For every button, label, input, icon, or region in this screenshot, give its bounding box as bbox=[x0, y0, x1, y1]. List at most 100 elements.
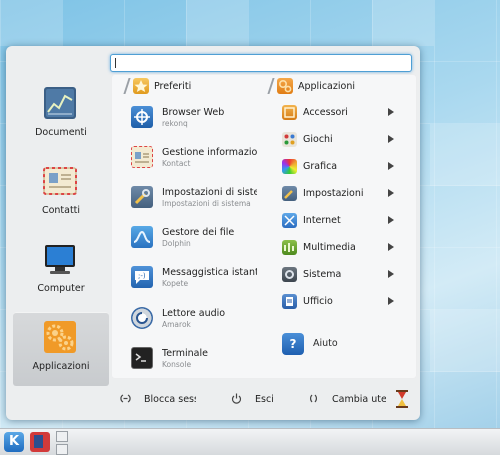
browser-icon bbox=[131, 106, 153, 128]
category-label: Internet bbox=[303, 215, 341, 226]
submenu-arrow-icon bbox=[388, 189, 394, 197]
category-label: Multimedia bbox=[303, 242, 356, 253]
pager-desktop[interactable] bbox=[56, 431, 68, 442]
category-multimedia[interactable]: Multimedia bbox=[282, 240, 400, 258]
search-input[interactable] bbox=[110, 54, 412, 72]
multimedia-icon bbox=[282, 240, 297, 255]
sidebar-item-label: Computer bbox=[37, 283, 85, 294]
system-settings-icon bbox=[131, 186, 153, 208]
category-giochi[interactable]: Giochi bbox=[282, 132, 400, 150]
lock-session-label: Blocca sessione bbox=[144, 394, 196, 405]
favorite-title: Browser Web bbox=[162, 107, 225, 118]
taskbar: K bbox=[0, 428, 500, 455]
favorite-item-system-settings[interactable]: Impostazioni di sistema Impostazioni di … bbox=[131, 186, 261, 218]
kde-menu-button[interactable]: K bbox=[4, 432, 24, 452]
favorite-title: Messaggistica istantanea bbox=[162, 267, 257, 278]
favorite-item-messaging[interactable]: ;-) Messaggistica istantanea Kopete bbox=[131, 266, 261, 298]
documents-chart-icon bbox=[44, 87, 76, 119]
favorite-item-browser[interactable]: Browser Web rekonq bbox=[131, 106, 261, 138]
favorite-subtitle: Amarok bbox=[162, 320, 191, 329]
logout-button[interactable]: Esci bbox=[231, 392, 281, 408]
sidebar-item-applicazioni[interactable]: Applicazioni bbox=[13, 312, 109, 386]
applications-header-label: Applicazioni bbox=[298, 81, 355, 92]
applications-gear-icon bbox=[277, 78, 293, 94]
help-label: Aiuto bbox=[313, 338, 338, 349]
favorite-subtitle: Dolphin bbox=[162, 239, 191, 248]
sidebar-item-contatti[interactable]: Contatti bbox=[13, 156, 109, 230]
category-accessori[interactable]: Accessori bbox=[282, 105, 400, 123]
power-icon bbox=[231, 393, 242, 404]
system-icon bbox=[282, 267, 297, 282]
submenu-arrow-icon bbox=[388, 243, 394, 251]
category-internet[interactable]: Internet bbox=[282, 213, 400, 231]
audio-player-icon bbox=[131, 307, 153, 329]
taskbar-app-icon[interactable] bbox=[30, 432, 50, 452]
favorite-title: Lettore audio bbox=[162, 308, 226, 319]
accessories-icon bbox=[282, 105, 297, 120]
submenu-arrow-icon bbox=[388, 108, 394, 116]
favorites-header: Preferiti bbox=[123, 78, 246, 96]
wallpaper-tile bbox=[186, 0, 248, 46]
favorite-item-file-manager[interactable]: Gestore dei file Dolphin bbox=[131, 226, 261, 258]
desktop-pager[interactable] bbox=[56, 431, 68, 455]
favorite-subtitle: rekonq bbox=[162, 119, 188, 128]
logout-label: Esci bbox=[255, 394, 274, 405]
lock-icon bbox=[120, 393, 131, 404]
submenu-arrow-icon bbox=[388, 162, 394, 170]
pager-desktop[interactable] bbox=[56, 444, 68, 455]
wallpaper-tile bbox=[372, 0, 434, 46]
favorite-subtitle: Kontact bbox=[162, 159, 191, 168]
hourglass-icon bbox=[396, 390, 408, 408]
submenu-arrow-icon bbox=[388, 297, 394, 305]
favorite-title: Gestione informazioni bbox=[162, 147, 257, 158]
category-ufficio[interactable]: Ufficio bbox=[282, 294, 400, 312]
switch-user-label: Cambia utente bbox=[332, 394, 386, 405]
favorite-subtitle: Kopete bbox=[162, 279, 189, 288]
category-grafica[interactable]: Grafica bbox=[282, 159, 400, 177]
sidebar-item-label: Documenti bbox=[35, 127, 87, 138]
svg-text:;-): ;-) bbox=[138, 272, 146, 280]
category-label: Accessori bbox=[303, 107, 348, 118]
launcher-sidebar: Documenti Contatti Computer Applicazioni bbox=[13, 78, 109, 386]
category-label: Impostazioni bbox=[303, 188, 364, 199]
contacts-card-icon bbox=[43, 167, 77, 195]
favorite-title: Terminale bbox=[162, 348, 208, 359]
wallpaper-tile bbox=[430, 124, 500, 186]
favorite-item-terminal[interactable]: Terminale Konsole bbox=[131, 347, 261, 379]
category-label: Sistema bbox=[303, 269, 342, 280]
submenu-arrow-icon bbox=[388, 216, 394, 224]
switch-user-button[interactable]: Cambia utente bbox=[308, 392, 386, 408]
switch-user-icon bbox=[308, 393, 319, 404]
applications-gear-icon bbox=[44, 321, 76, 353]
applications-header: Applicazioni bbox=[267, 78, 400, 96]
settings-icon bbox=[282, 186, 297, 201]
favorites-header-label: Preferiti bbox=[154, 81, 192, 92]
favorite-subtitle: Konsole bbox=[162, 360, 192, 369]
computer-monitor-icon bbox=[45, 245, 75, 274]
wallpaper-tile bbox=[430, 310, 500, 372]
category-label: Giochi bbox=[303, 134, 333, 145]
text-caret bbox=[115, 58, 116, 68]
submenu-arrow-icon bbox=[388, 270, 394, 278]
favorite-item-kontact[interactable]: Gestione informazioni Kontact bbox=[131, 146, 261, 178]
submenu-arrow-icon bbox=[388, 135, 394, 143]
category-impostazioni[interactable]: Impostazioni bbox=[282, 186, 400, 204]
category-sistema[interactable]: Sistema bbox=[282, 267, 400, 285]
kontact-icon bbox=[131, 146, 153, 168]
favorite-subtitle: Impostazioni di sistema bbox=[162, 199, 251, 208]
sidebar-item-documenti[interactable]: Documenti bbox=[13, 78, 109, 152]
office-icon bbox=[282, 294, 297, 309]
lock-session-button[interactable]: Blocca sessione bbox=[120, 392, 196, 408]
internet-icon bbox=[282, 213, 297, 228]
category-label: Grafica bbox=[303, 161, 338, 172]
sidebar-item-computer[interactable]: Computer bbox=[13, 234, 109, 308]
instant-messaging-icon: ;-) bbox=[131, 266, 153, 288]
star-icon bbox=[133, 78, 149, 94]
help-item[interactable]: ? Aiuto bbox=[282, 333, 372, 355]
terminal-icon bbox=[131, 347, 153, 369]
sidebar-item-label: Contatti bbox=[41, 205, 81, 216]
category-label: Ufficio bbox=[303, 296, 333, 307]
favorite-title: Gestore dei file bbox=[162, 227, 235, 238]
graphics-icon bbox=[282, 159, 297, 174]
favorite-item-audio-player[interactable]: Lettore audio Amarok bbox=[131, 307, 261, 339]
